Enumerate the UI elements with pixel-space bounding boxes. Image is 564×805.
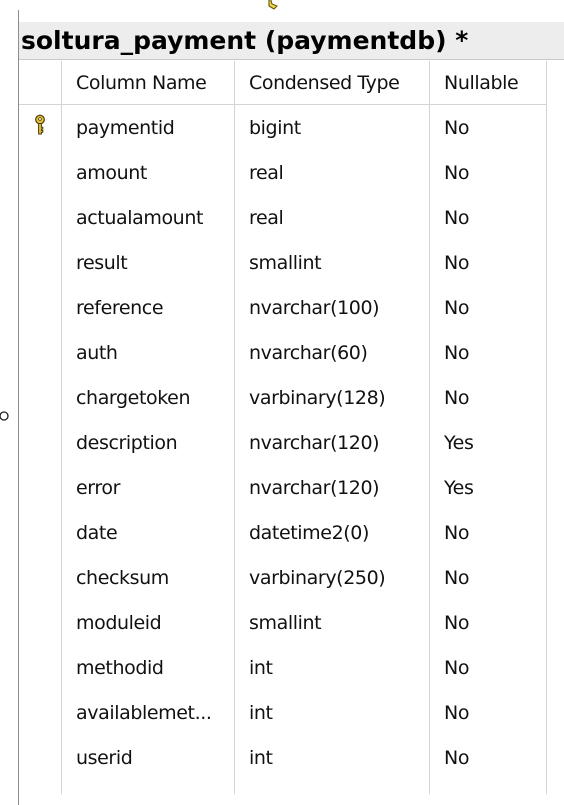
condensed-type-cell[interactable]: bigint xyxy=(234,104,430,150)
column-name-cell[interactable]: moduleid xyxy=(61,600,235,645)
table-row[interactable]: date datetime2(0) No xyxy=(19,510,547,555)
row-selector[interactable] xyxy=(19,150,62,195)
column-name-cell[interactable]: auth xyxy=(61,330,235,375)
column-name-cell[interactable]: result xyxy=(61,240,235,285)
column-name-cell[interactable]: error xyxy=(61,465,235,510)
table-row[interactable]: userid int No xyxy=(19,735,547,780)
nullable-cell[interactable]: No xyxy=(429,104,547,150)
relationship-end-icon[interactable] xyxy=(0,409,12,423)
row-selector[interactable] xyxy=(19,465,62,510)
relationship-connector-icon[interactable] xyxy=(266,0,278,10)
condensed-type-cell[interactable]: int xyxy=(234,690,430,735)
row-selector[interactable] xyxy=(19,735,62,780)
condensed-type-cell[interactable]: real xyxy=(234,195,430,240)
nullable-cell[interactable]: No xyxy=(429,150,547,195)
table-row[interactable]: description nvarchar(120) Yes xyxy=(19,420,547,465)
column-name-cell[interactable]: checksum xyxy=(61,555,235,600)
nullable-cell[interactable]: No xyxy=(429,555,547,600)
table-row[interactable]: checksum varbinary(250) No xyxy=(19,555,547,600)
condensed-type-cell[interactable]: int xyxy=(234,735,430,780)
column-name-cell[interactable]: actualamount xyxy=(61,195,235,240)
row-selector[interactable] xyxy=(19,510,62,555)
condensed-type-cell[interactable]: varbinary(250) xyxy=(234,555,430,600)
table-row[interactable]: error nvarchar(120) Yes xyxy=(19,465,547,510)
nullable-cell[interactable]: No xyxy=(429,240,547,285)
table-row[interactable]: result smallint No xyxy=(19,240,547,285)
column-name-cell[interactable]: description xyxy=(61,420,235,465)
row-selector[interactable] xyxy=(19,420,62,465)
nullable-cell[interactable]: No xyxy=(429,735,547,780)
header-column-name[interactable]: Column Name xyxy=(61,61,235,105)
table-row[interactable]: availablemet... int No xyxy=(19,690,547,735)
empty-cell xyxy=(61,780,235,794)
condensed-type-cell[interactable]: nvarchar(60) xyxy=(234,330,430,375)
row-selector[interactable] xyxy=(19,555,62,600)
row-selector[interactable] xyxy=(19,330,62,375)
empty-cell xyxy=(19,780,62,794)
empty-cell xyxy=(234,780,430,794)
nullable-cell[interactable]: No xyxy=(429,285,547,330)
nullable-cell[interactable]: No xyxy=(429,510,547,555)
condensed-type-cell[interactable]: smallint xyxy=(234,240,430,285)
header-row: Column Name Condensed Type Nullable xyxy=(19,61,547,105)
condensed-type-cell[interactable]: nvarchar(120) xyxy=(234,465,430,510)
nullable-cell[interactable]: No xyxy=(429,600,547,645)
column-grid: Column Name Condensed Type Nullable paym… xyxy=(19,61,547,794)
nullable-cell[interactable]: No xyxy=(429,330,547,375)
header-condensed-type[interactable]: Condensed Type xyxy=(234,61,430,105)
grid-body: paymentid bigint No amount real No actualamoun… xyxy=(19,104,547,794)
condensed-type-cell[interactable]: nvarchar(120) xyxy=(234,420,430,465)
row-selector[interactable] xyxy=(19,375,62,420)
nullable-cell[interactable]: No xyxy=(429,645,547,690)
condensed-type-cell[interactable]: smallint xyxy=(234,600,430,645)
table-row[interactable]: paymentid bigint No xyxy=(19,104,547,150)
nullable-cell[interactable]: No xyxy=(429,375,547,420)
condensed-type-cell[interactable]: real xyxy=(234,150,430,195)
row-selector[interactable] xyxy=(19,285,62,330)
column-name-cell[interactable]: userid xyxy=(61,735,235,780)
condensed-type-cell[interactable]: varbinary(128) xyxy=(234,375,430,420)
column-name-cell[interactable]: date xyxy=(61,510,235,555)
nullable-cell[interactable]: Yes xyxy=(429,465,547,510)
table-title[interactable]: soltura_payment (paymentdb) * xyxy=(19,22,564,60)
table-row[interactable]: moduleid smallint No xyxy=(19,600,547,645)
nullable-cell[interactable]: Yes xyxy=(429,420,547,465)
empty-cell xyxy=(429,780,547,794)
column-name-cell[interactable]: methodid xyxy=(61,645,235,690)
table-row[interactable]: reference nvarchar(100) No xyxy=(19,285,547,330)
table-row[interactable]: methodid int No xyxy=(19,645,547,690)
column-name-cell[interactable]: reference xyxy=(61,285,235,330)
table-row[interactable]: actualamount real No xyxy=(19,195,547,240)
table-row[interactable]: chargetoken varbinary(128) No xyxy=(19,375,547,420)
column-name-cell[interactable]: amount xyxy=(61,150,235,195)
column-name-cell[interactable]: paymentid xyxy=(61,104,235,150)
header-nullable[interactable]: Nullable xyxy=(429,61,547,105)
row-selector[interactable] xyxy=(19,690,62,735)
row-selector[interactable] xyxy=(19,104,62,150)
column-name-cell[interactable]: chargetoken xyxy=(61,375,235,420)
row-selector[interactable] xyxy=(19,240,62,285)
row-selector[interactable] xyxy=(19,600,62,645)
table-row-partial xyxy=(19,780,547,794)
row-selector[interactable] xyxy=(19,195,62,240)
table-row[interactable]: amount real No xyxy=(19,150,547,195)
key-icon xyxy=(19,114,61,140)
nullable-cell[interactable]: No xyxy=(429,690,547,735)
condensed-type-cell[interactable]: nvarchar(100) xyxy=(234,285,430,330)
table-row[interactable]: auth nvarchar(60) No xyxy=(19,330,547,375)
diagram-canvas: soltura_payment (paymentdb) * Column Nam… xyxy=(0,0,564,805)
nullable-cell[interactable]: No xyxy=(429,195,547,240)
table-designer[interactable]: soltura_payment (paymentdb) * Column Nam… xyxy=(18,10,564,805)
condensed-type-cell[interactable]: datetime2(0) xyxy=(234,510,430,555)
row-selector-header xyxy=(19,61,62,105)
column-name-cell[interactable]: availablemet... xyxy=(61,690,235,735)
condensed-type-cell[interactable]: int xyxy=(234,645,430,690)
row-selector[interactable] xyxy=(19,645,62,690)
